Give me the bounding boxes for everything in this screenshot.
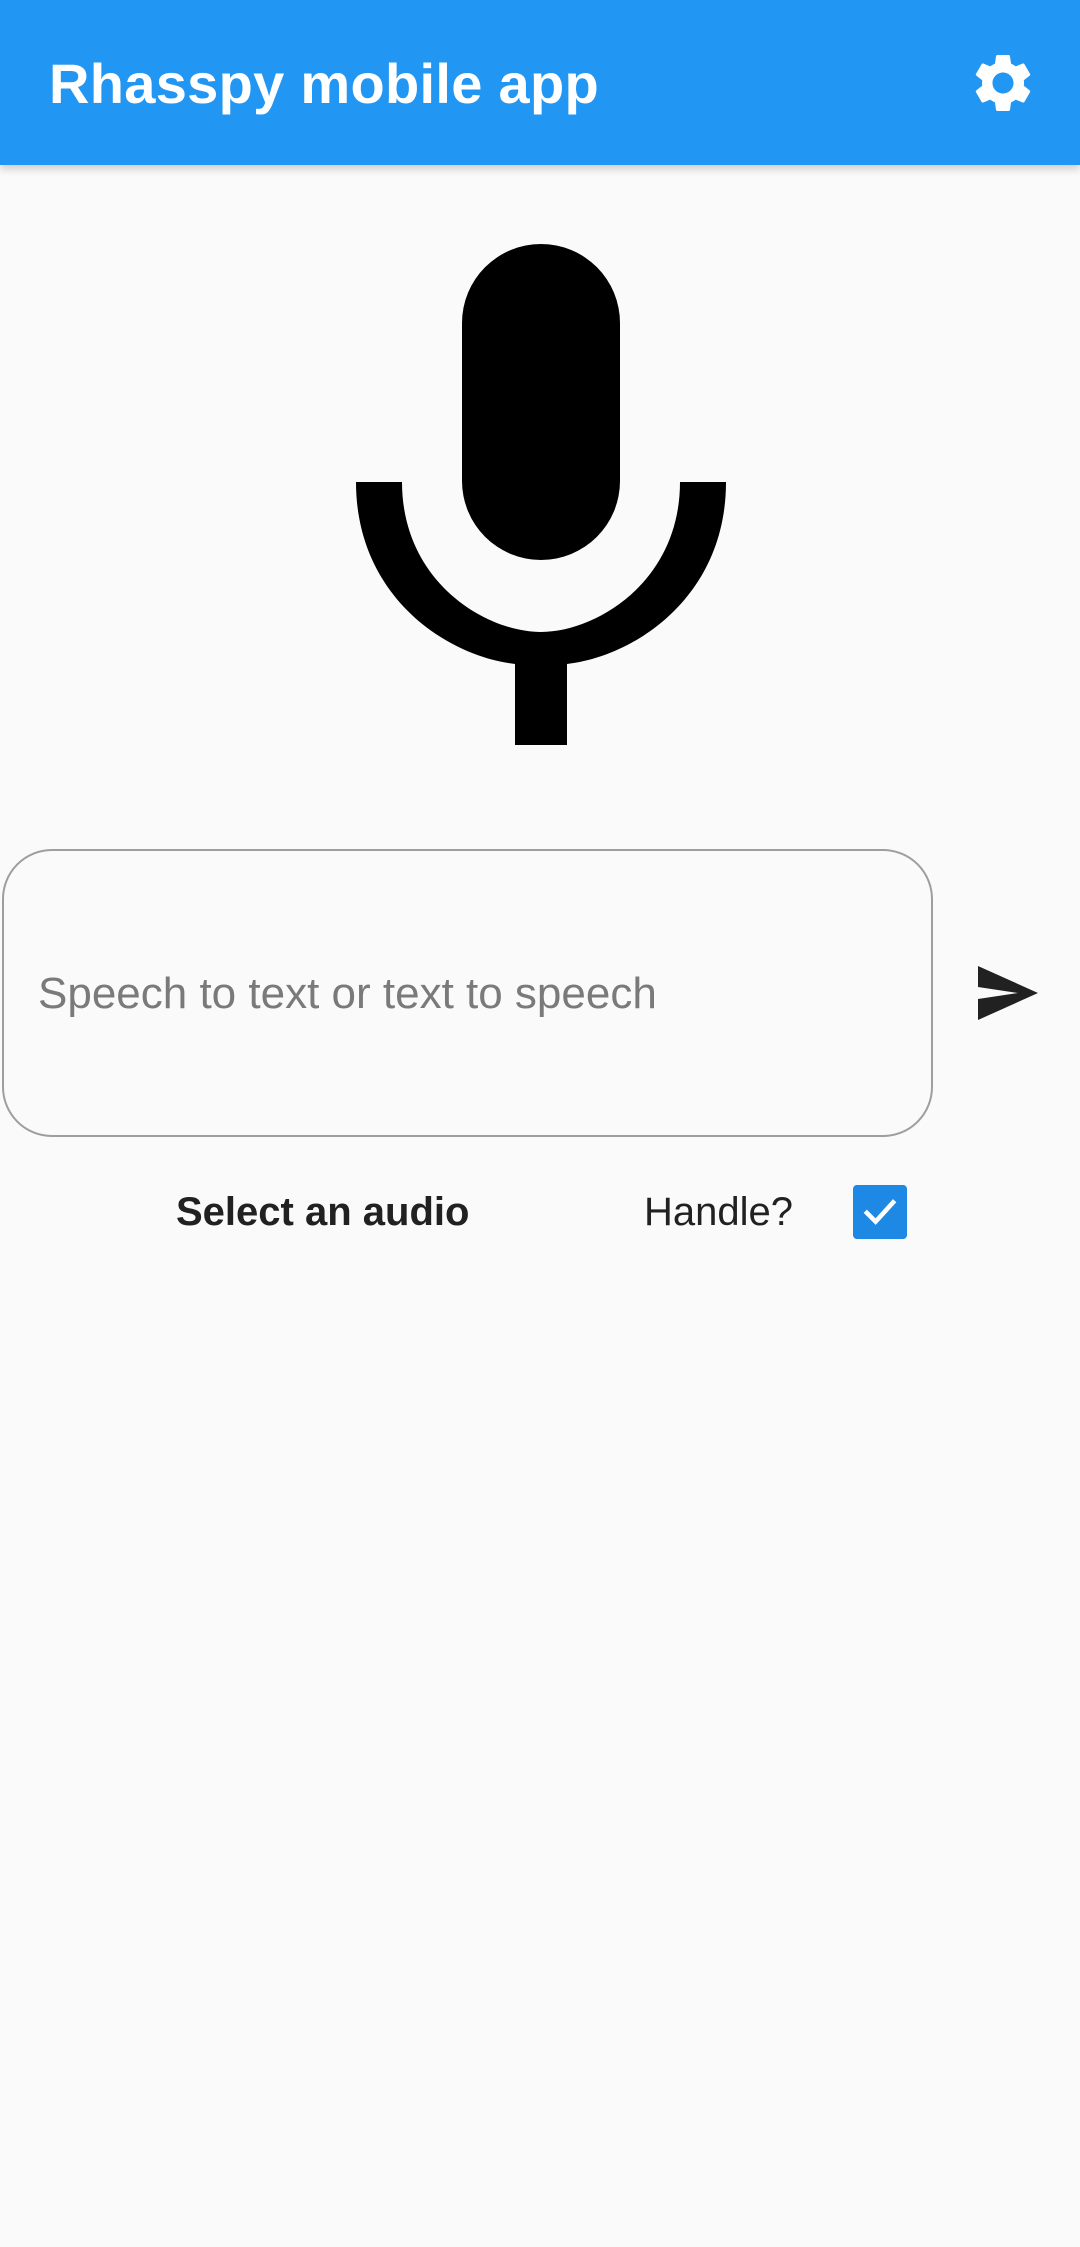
speech-text-field[interactable] <box>2 849 933 1137</box>
app-bar: Rhasspy mobile app <box>0 0 1080 165</box>
app-title: Rhasspy mobile app <box>49 52 599 115</box>
check-icon <box>863 1199 897 1225</box>
select-audio-button[interactable]: Select an audio <box>176 1184 469 1240</box>
microphone-icon <box>356 244 726 745</box>
microphone-button[interactable] <box>346 236 736 756</box>
send-button[interactable] <box>972 960 1044 1026</box>
app-screen: Rhasspy mobile app Select an audio Handl… <box>0 0 1080 2247</box>
gear-icon <box>975 54 1031 111</box>
send-icon <box>978 966 1038 1020</box>
handle-label: Handle? <box>644 1190 794 1234</box>
settings-button[interactable] <box>968 48 1038 118</box>
speech-text-input[interactable] <box>38 959 898 1029</box>
handle-checkbox[interactable] <box>853 1185 907 1239</box>
